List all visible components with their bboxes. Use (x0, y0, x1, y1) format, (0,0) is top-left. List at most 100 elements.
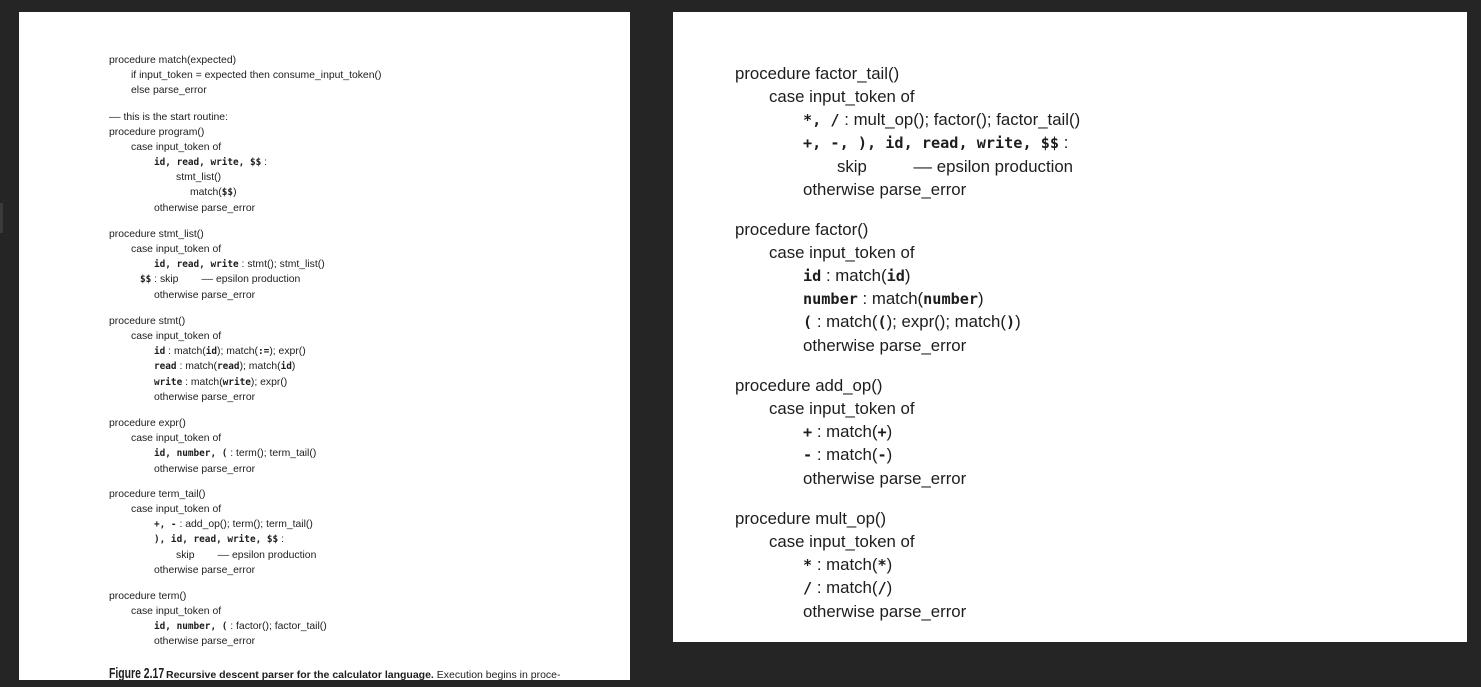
code-text: : match( (812, 312, 878, 331)
code-keyword: id (803, 267, 822, 285)
code-keyword: $$ (221, 187, 234, 198)
right-procedure-header: procedure factor() (735, 221, 868, 239)
left-page: Figure 2.17 Recursive descent parser for … (19, 12, 630, 680)
code-text: : match( (182, 377, 223, 388)
code-keyword: number (923, 290, 979, 308)
right-procedure-header: procedure factor_tail() (735, 65, 899, 83)
code-text: otherwise parse_error (154, 290, 256, 301)
left-code-line: id, number, ( : factor(); factor_tail() (154, 621, 327, 632)
code-text: ) (886, 445, 893, 464)
code-keyword: id (205, 346, 218, 357)
code-keyword: ), id, read, write, $$ (154, 534, 279, 545)
left-code-line: +, - : add_op(); term(); term_tail() (154, 519, 313, 530)
code-text: case input_token of (769, 87, 915, 106)
code-text: : match( (165, 346, 206, 357)
code-text: ); match( (217, 346, 259, 357)
code-keyword: id, read, write (154, 259, 239, 270)
code-text: –– this is the start routine: (109, 112, 228, 123)
left-code-line: id, read, write : stmt(); stmt_list() (154, 259, 325, 270)
left-code-line: match($$) (190, 187, 237, 198)
code-text: case input_token of (769, 243, 915, 262)
code-text: : match( (176, 361, 217, 372)
right-page: procedure factor_tail()case input_token … (673, 12, 1467, 642)
right-code-line: * : match(*) (803, 556, 892, 574)
code-text: procedure term_tail() (109, 489, 206, 500)
left-case-statement: case input_token of (131, 244, 221, 255)
code-keyword: - (803, 446, 813, 464)
code-text: procedure expr() (109, 418, 186, 429)
right-code-line: id : match(id) (803, 266, 911, 285)
left-code-line: else parse_error (131, 85, 207, 96)
code-text: : (1059, 133, 1069, 152)
code-text: : skip –– epsilon production (151, 274, 301, 285)
code-keyword: id, read, write, $$ (154, 157, 262, 168)
code-text: ); match( (239, 361, 281, 372)
left-code-line: if input_token = expected then consume_i… (131, 70, 381, 81)
code-text: skip –– epsilon production (837, 157, 1074, 176)
code-keyword: id, number, ( (154, 448, 228, 459)
code-text: case input_token of (131, 331, 222, 342)
right-otherwise-clause: otherwise parse_error (803, 336, 967, 355)
code-keyword: * (877, 556, 887, 574)
left-procedure-header: procedure term() (109, 591, 187, 602)
code-text: otherwise parse_error (803, 602, 967, 621)
left-procedure-header: procedure program() (109, 127, 205, 138)
code-text: case input_token of (131, 504, 222, 515)
code-text: otherwise parse_error (803, 469, 967, 488)
right-case-statement: case input_token of (769, 400, 915, 418)
code-text: ) (978, 289, 984, 308)
code-text: procedure stmt() (109, 316, 186, 327)
code-text: case input_token of (769, 532, 915, 551)
right-code-line: +, -, ), id, read, write, $$ : (803, 133, 1069, 152)
left-otherwise-clause: otherwise parse_error (154, 636, 255, 647)
left-case-statement: case input_token of (131, 504, 222, 515)
right-case-statement: case input_token of (769, 532, 915, 551)
right-code-line: + : match(+) (803, 422, 893, 441)
code-keyword: write (154, 377, 183, 388)
code-keyword: *, / (803, 111, 840, 129)
left-code-comment: –– this is the start routine: (109, 112, 228, 123)
left-code-line: id, read, write, $$ : (154, 157, 267, 168)
left-code-line: id, number, ( : term(); term_tail() (154, 448, 317, 459)
code-keyword: id (280, 361, 292, 372)
code-keyword: number (803, 290, 858, 308)
right-procedure-header: procedure add_op() (735, 377, 882, 395)
code-text: otherwise parse_error (803, 336, 967, 355)
code-text: stmt_list() (176, 172, 222, 183)
code-text: ) (886, 578, 893, 597)
code-keyword: +, - (154, 519, 177, 530)
code-keyword: read (217, 361, 240, 372)
code-text: procedure mult_op() (735, 509, 887, 528)
right-otherwise-clause: otherwise parse_error (803, 602, 967, 621)
left-otherwise-clause: otherwise parse_error (154, 464, 255, 475)
code-text: procedure stmt_list() (109, 229, 204, 240)
code-keyword: id, number, ( (154, 621, 228, 632)
code-text: procedure term() (109, 591, 187, 602)
code-keyword: write (222, 377, 251, 388)
code-text: else parse_error (131, 85, 207, 96)
right-case-statement: case input_token of (769, 87, 915, 106)
code-text: : add_op(); term(); term_tail() (176, 519, 313, 530)
right-code-line: skip –– epsilon production (837, 157, 1074, 176)
code-keyword: $$ (140, 274, 152, 285)
code-text: procedure program() (109, 127, 205, 138)
code-text: ); expr(); match( (886, 312, 1006, 331)
code-keyword: + (803, 423, 813, 441)
code-keyword: / (877, 579, 887, 597)
right-otherwise-clause: otherwise parse_error (803, 181, 966, 199)
left-otherwise-clause: otherwise parse_error (154, 565, 256, 576)
code-text: ) (904, 266, 911, 285)
left-code-line: write : match(write); expr() (154, 377, 287, 388)
code-text: ) (886, 422, 893, 441)
code-text: : term(); term_tail() (227, 448, 317, 459)
right-otherwise-clause: otherwise parse_error (803, 469, 967, 488)
left-otherwise-clause: otherwise parse_error (154, 203, 255, 214)
right-code-line: - : match(-) (803, 445, 893, 464)
code-keyword: ( (877, 313, 887, 331)
left-code-line: skip –– epsilon production (176, 550, 317, 561)
left-case-statement: case input_token of (131, 433, 221, 444)
code-keyword: ( (803, 313, 813, 331)
left-procedure-header: procedure term_tail() (109, 489, 206, 500)
code-text: skip –– epsilon production (176, 550, 317, 561)
code-text: otherwise parse_error (154, 565, 256, 576)
